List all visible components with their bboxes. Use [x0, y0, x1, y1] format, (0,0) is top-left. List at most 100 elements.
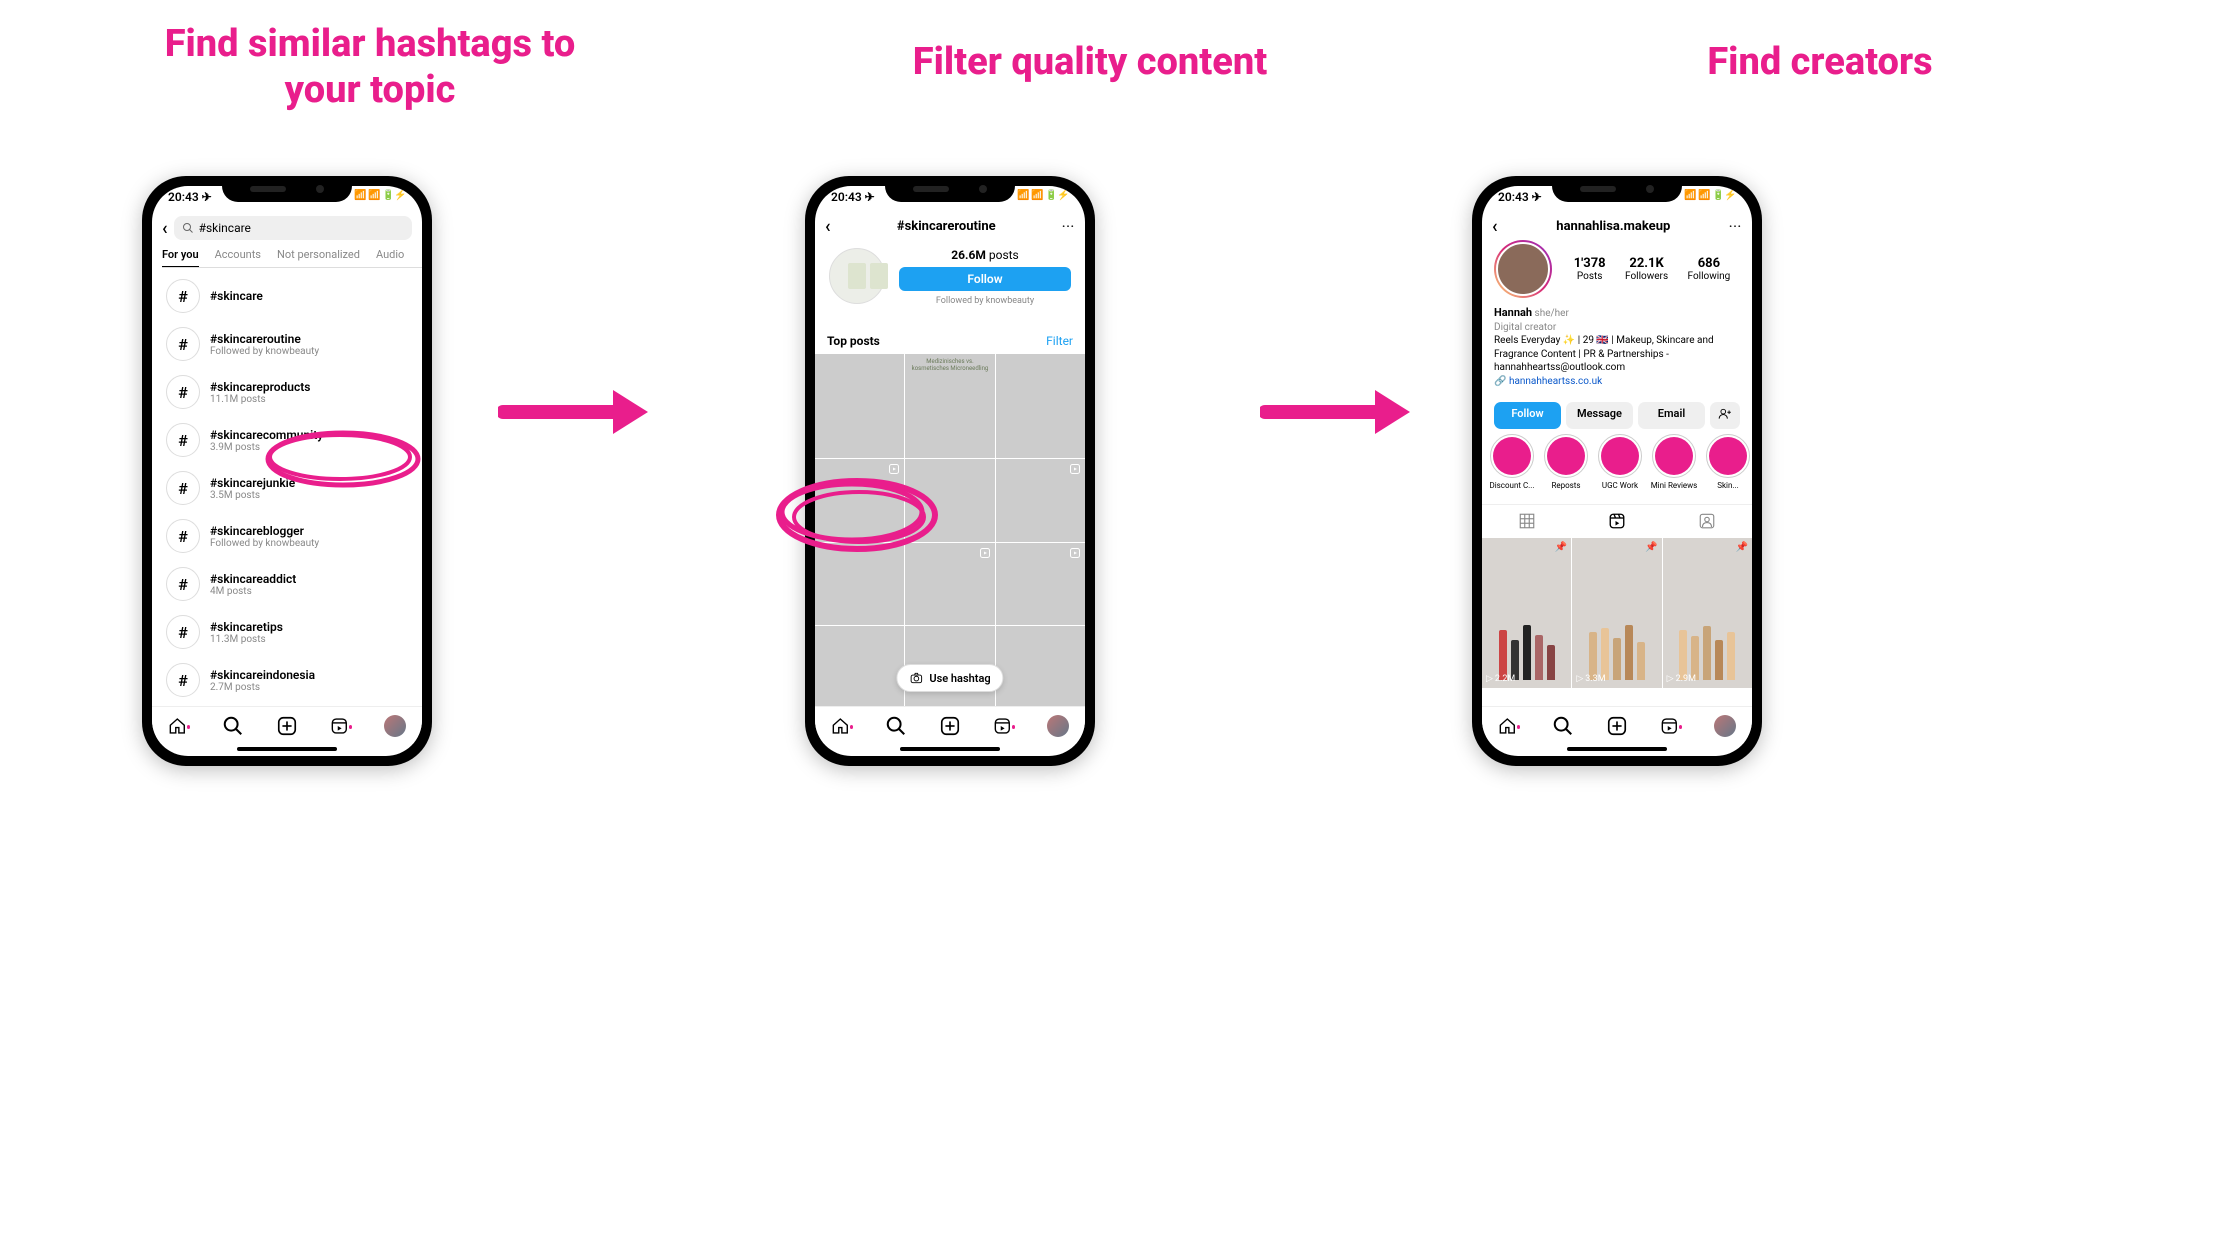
post-cell[interactable] [996, 459, 1085, 541]
post-cell[interactable] [996, 626, 1085, 708]
hashtag-row[interactable]: ##skincare [152, 272, 422, 320]
hash-icon: # [166, 327, 200, 361]
profile-link[interactable]: 🔗 hannahheartss.co.uk [1494, 375, 1740, 389]
tab-audio[interactable]: Audio [376, 248, 404, 261]
highlight[interactable]: UGC Work [1596, 434, 1644, 490]
hashtag-row[interactable]: ##skincaretips11.3M posts [152, 608, 422, 656]
back-button[interactable]: ‹ [825, 216, 831, 237]
nav-home-icon[interactable] [168, 715, 190, 737]
tab-tagged-icon[interactable] [1662, 505, 1752, 541]
arrow-2 [1260, 382, 1420, 442]
filter-button[interactable]: Filter [1046, 334, 1073, 348]
tab-accounts[interactable]: Accounts [215, 248, 261, 261]
hash-icon: # [166, 423, 200, 457]
nav-search-icon[interactable] [222, 715, 244, 737]
nav-create-icon[interactable] [939, 715, 961, 737]
email-button[interactable]: Email [1638, 402, 1705, 429]
follow-button[interactable]: Follow [899, 267, 1071, 291]
post-cell[interactable] [996, 354, 1085, 458]
hashtag-row[interactable]: ##skincareaddict4M posts [152, 560, 422, 608]
phone-hashtag-search: 20:43 ✈ 📶 📶 🔋⚡ ‹ #skincare For you Accou… [142, 176, 432, 766]
highlight[interactable]: Reposts [1542, 434, 1590, 490]
nav-search-icon[interactable] [885, 715, 907, 737]
phone-hashtag-page: 20:43 ✈ 📶 📶 🔋⚡ ‹ #skincareroutine ··· 26… [805, 176, 1095, 766]
phone-notch [1552, 176, 1682, 202]
stat-followers[interactable]: 22.1KFollowers [1625, 256, 1668, 282]
highlight[interactable]: Skin... [1704, 434, 1752, 490]
back-button[interactable]: ‹ [162, 218, 168, 239]
follow-button[interactable]: Follow [1494, 402, 1561, 429]
status-time: 20:43 ✈ [1498, 190, 1542, 210]
back-button[interactable]: ‹ [1492, 216, 1498, 237]
post-cell[interactable]: Medizinisches vs. kosmetisches Microneed… [905, 354, 994, 458]
reel-cell[interactable]: 📌 ▷ 2.9M [1663, 538, 1752, 688]
post-cell[interactable] [996, 543, 1085, 625]
view-count: ▷ 2.9M [1667, 674, 1696, 684]
reel-cell[interactable]: 📌 ▷ 3.3M [1572, 538, 1661, 688]
phone-notch [885, 176, 1015, 202]
hashtag-row[interactable]: ##skincareproducts11.1M posts [152, 368, 422, 416]
search-tabs: For you Accounts Not personalized Audio [162, 248, 422, 268]
hash-icon: # [166, 615, 200, 649]
status-time: 20:43 ✈ [831, 190, 875, 210]
status-icons: 📶 📶 🔋⚡ [1684, 190, 1736, 210]
post-cell[interactable] [815, 543, 904, 625]
hash-icon: # [166, 279, 200, 313]
hashtag-row[interactable]: ##skincarecommunity3.9M posts [152, 416, 422, 464]
stat-following[interactable]: 686Following [1688, 256, 1731, 282]
tab-reels-icon[interactable] [1572, 505, 1662, 541]
hashtag-row[interactable]: ##skincarejunkie3.5M posts [152, 464, 422, 512]
bottom-nav [152, 706, 422, 744]
highlight[interactable]: Discount C... [1488, 434, 1536, 490]
tab-for-you[interactable]: For you [162, 248, 199, 267]
nav-create-icon[interactable] [1606, 715, 1628, 737]
post-cell[interactable] [905, 459, 994, 541]
profile-avatar[interactable] [1494, 240, 1552, 298]
nav-reels-icon[interactable] [993, 715, 1015, 737]
hashtag-thumbnail [829, 248, 885, 304]
post-cell[interactable] [905, 543, 994, 625]
hashtag-row[interactable]: ##skincarebloggerFollowed by knowbeauty [152, 512, 422, 560]
search-input[interactable]: #skincare [174, 216, 412, 240]
suggested-button[interactable] [1710, 402, 1740, 429]
reel-cell[interactable]: 📌 ▷ 2.2M [1482, 538, 1571, 688]
nav-create-icon[interactable] [276, 715, 298, 737]
profile-bio: Hannah she/her Digital creator Reels Eve… [1494, 306, 1740, 388]
message-button[interactable]: Message [1566, 402, 1633, 429]
highlight[interactable]: Mini Reviews [1650, 434, 1698, 490]
bottom-nav [1482, 706, 1752, 744]
stat-posts[interactable]: 1'378Posts [1574, 256, 1606, 282]
nav-home-icon[interactable] [831, 715, 853, 737]
profile-username: hannahlisa.makeup [1556, 219, 1670, 234]
reel-icon [888, 463, 900, 478]
post-count: 26.6M posts [899, 248, 1071, 262]
tab-grid-icon[interactable] [1482, 505, 1572, 541]
hashtag-results: ##skincare ##skincareroutineFollowed by … [152, 272, 422, 708]
section-top-posts: Top posts [827, 334, 880, 348]
nav-profile-icon[interactable] [384, 715, 406, 737]
status-time: 20:43 ✈ [168, 190, 212, 210]
nav-profile-icon[interactable] [1047, 715, 1069, 737]
reels-grid: 📌 ▷ 2.2M 📌 ▷ 3.3M 📌 ▷ 2.9M [1482, 538, 1752, 708]
use-hashtag-button[interactable]: Use hashtag [896, 664, 1003, 692]
phone-notch [222, 176, 352, 202]
reel-icon [979, 547, 991, 562]
more-button[interactable]: ··· [1729, 220, 1742, 233]
post-cell[interactable] [815, 354, 904, 458]
post-cell[interactable] [815, 459, 904, 541]
hash-icon: # [166, 519, 200, 553]
nav-reels-icon[interactable] [330, 715, 352, 737]
hashtag-row[interactable]: ##skincareindonesia2.7M posts [152, 656, 422, 704]
tab-not-personalized[interactable]: Not personalized [277, 248, 360, 261]
hashtag-row[interactable]: ##skincareroutineFollowed by knowbeauty [152, 320, 422, 368]
home-indicator [900, 747, 1000, 751]
nav-profile-icon[interactable] [1714, 715, 1736, 737]
nav-search-icon[interactable] [1552, 715, 1574, 737]
search-value: #skincare [199, 221, 251, 235]
story-highlights: Discount C... Reposts UGC Work Mini Revi… [1488, 434, 1752, 490]
reel-icon [1069, 463, 1081, 478]
nav-reels-icon[interactable] [1660, 715, 1682, 737]
post-cell[interactable] [815, 626, 904, 708]
nav-home-icon[interactable] [1498, 715, 1520, 737]
more-button[interactable]: ··· [1062, 220, 1075, 233]
